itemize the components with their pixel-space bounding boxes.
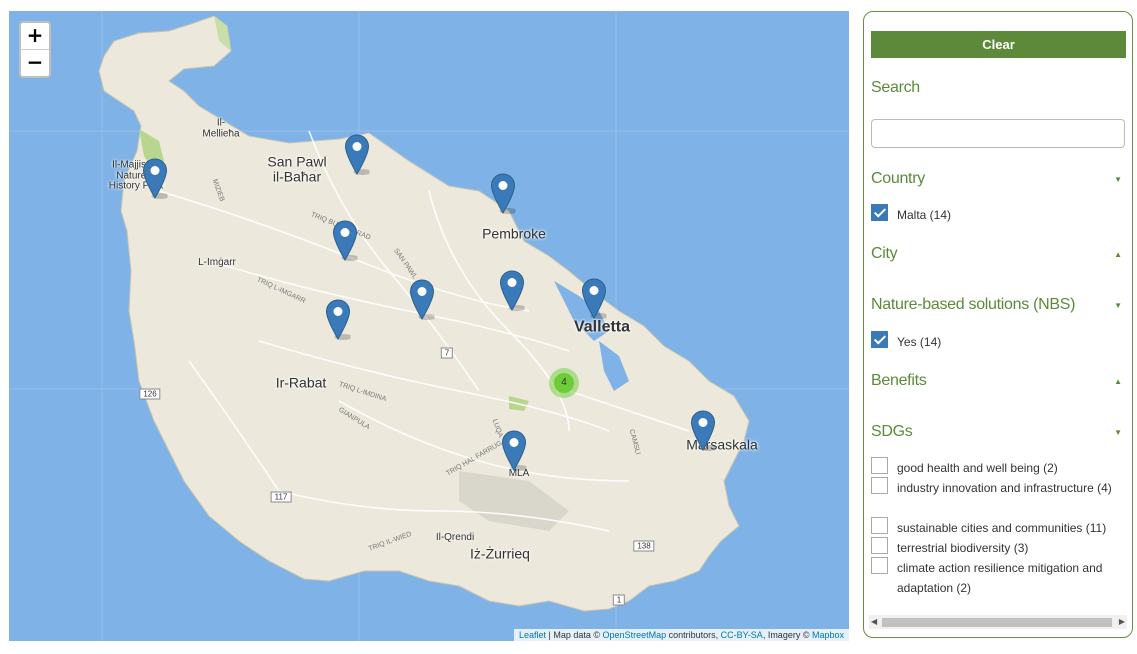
- clear-button[interactable]: Clear: [871, 31, 1126, 58]
- route-shield: 1: [612, 594, 626, 606]
- mapbox-link[interactable]: Mapbox: [812, 630, 844, 640]
- map-attribution: Leaflet | Map data © OpenStreetMap contr…: [514, 629, 849, 641]
- place-label: Pembroke: [482, 225, 546, 242]
- chevron-up-icon[interactable]: ▲: [1114, 377, 1122, 386]
- scrollbar-thumb[interactable]: [882, 618, 1112, 627]
- place-label: San Pawl il-Baħar: [267, 153, 327, 184]
- benefits-title[interactable]: Benefits: [871, 372, 927, 390]
- scroll-left-icon[interactable]: ◀: [871, 617, 877, 626]
- country-title[interactable]: Country: [871, 170, 925, 188]
- city-title[interactable]: City: [871, 245, 898, 263]
- place-label: Iż-Żurrieq: [470, 545, 530, 562]
- checkbox[interactable]: [871, 517, 888, 534]
- zoom-out-button[interactable]: −: [21, 49, 49, 76]
- scroll-right-icon[interactable]: ▶: [1119, 617, 1125, 626]
- map-view[interactable]: + − Il- MellieħaIl-Majjistral Nature & H…: [9, 11, 849, 641]
- place-label: Il-Qrendi: [435, 531, 475, 543]
- place-label: Il- Mellieħa: [202, 117, 240, 139]
- map-marker-icon[interactable]: [142, 158, 170, 199]
- license-link[interactable]: CC-BY-SA: [721, 630, 763, 640]
- chevron-down-icon[interactable]: ▼: [1114, 175, 1122, 184]
- checkbox-checked[interactable]: [871, 331, 888, 348]
- zoom-in-button[interactable]: +: [21, 23, 49, 49]
- map-marker-icon[interactable]: [499, 270, 527, 311]
- zoom-control: + −: [19, 21, 51, 78]
- map-tiles: [9, 11, 849, 641]
- leaflet-link[interactable]: Leaflet: [519, 630, 546, 640]
- place-label: Ir-Rabat: [275, 374, 327, 391]
- horizontal-scrollbar[interactable]: ◀ ▶: [869, 615, 1127, 629]
- marker-cluster[interactable]: 4: [549, 368, 579, 398]
- filter-option-label: terrestrial biodiversity (3): [897, 541, 1029, 555]
- map-marker-icon[interactable]: [581, 278, 609, 319]
- filter-option-label: sustainable cities and communities (11): [897, 521, 1107, 535]
- filter-option-label: Yes (14): [897, 335, 942, 349]
- search-title: Search: [871, 79, 920, 96]
- route-shield: 117: [270, 491, 292, 503]
- checkbox[interactable]: [871, 557, 888, 574]
- route-shield: 138: [633, 540, 655, 552]
- nbs-title[interactable]: Nature-based solutions (NBS): [871, 296, 1075, 314]
- map-marker-icon[interactable]: [690, 410, 718, 451]
- checkbox[interactable]: [871, 457, 888, 474]
- filter-panel: Clear Search Country ▼ Malta (14) City ▲…: [863, 11, 1133, 638]
- attribution-text: contributors,: [666, 630, 721, 640]
- map-marker-icon[interactable]: [344, 134, 372, 175]
- checkbox-checked[interactable]: [871, 204, 888, 221]
- place-label: Valletta: [573, 318, 631, 336]
- chevron-down-icon[interactable]: ▼: [1114, 301, 1122, 310]
- map-marker-icon[interactable]: [332, 220, 360, 261]
- cluster-count: 4: [554, 373, 574, 393]
- checkbox[interactable]: [871, 537, 888, 554]
- map-marker-icon[interactable]: [490, 173, 518, 214]
- osm-link[interactable]: OpenStreetMap: [603, 630, 667, 640]
- chevron-up-icon[interactable]: ▲: [1114, 250, 1122, 259]
- sdgs-title[interactable]: SDGs: [871, 423, 913, 441]
- filter-option-label: Malta (14): [897, 208, 952, 222]
- place-label: L-Imġarr: [198, 256, 236, 268]
- route-shield: 7: [440, 347, 454, 359]
- checkbox[interactable]: [871, 477, 888, 494]
- map-marker-icon[interactable]: [409, 279, 437, 320]
- search-input[interactable]: [871, 119, 1125, 148]
- map-marker-icon[interactable]: [325, 299, 353, 340]
- map-marker-icon[interactable]: [501, 430, 529, 471]
- filter-option-label: industry innovation and infrastructure (…: [897, 481, 1112, 495]
- filter-option-label: climate action resilience mitigation and…: [897, 561, 1103, 595]
- attribution-text: | Map data ©: [546, 630, 603, 640]
- filter-option-label: good health and well being (2): [897, 461, 1058, 475]
- chevron-down-icon[interactable]: ▼: [1114, 428, 1122, 437]
- route-shield: 126: [139, 388, 161, 400]
- attribution-text: , Imagery ©: [762, 630, 812, 640]
